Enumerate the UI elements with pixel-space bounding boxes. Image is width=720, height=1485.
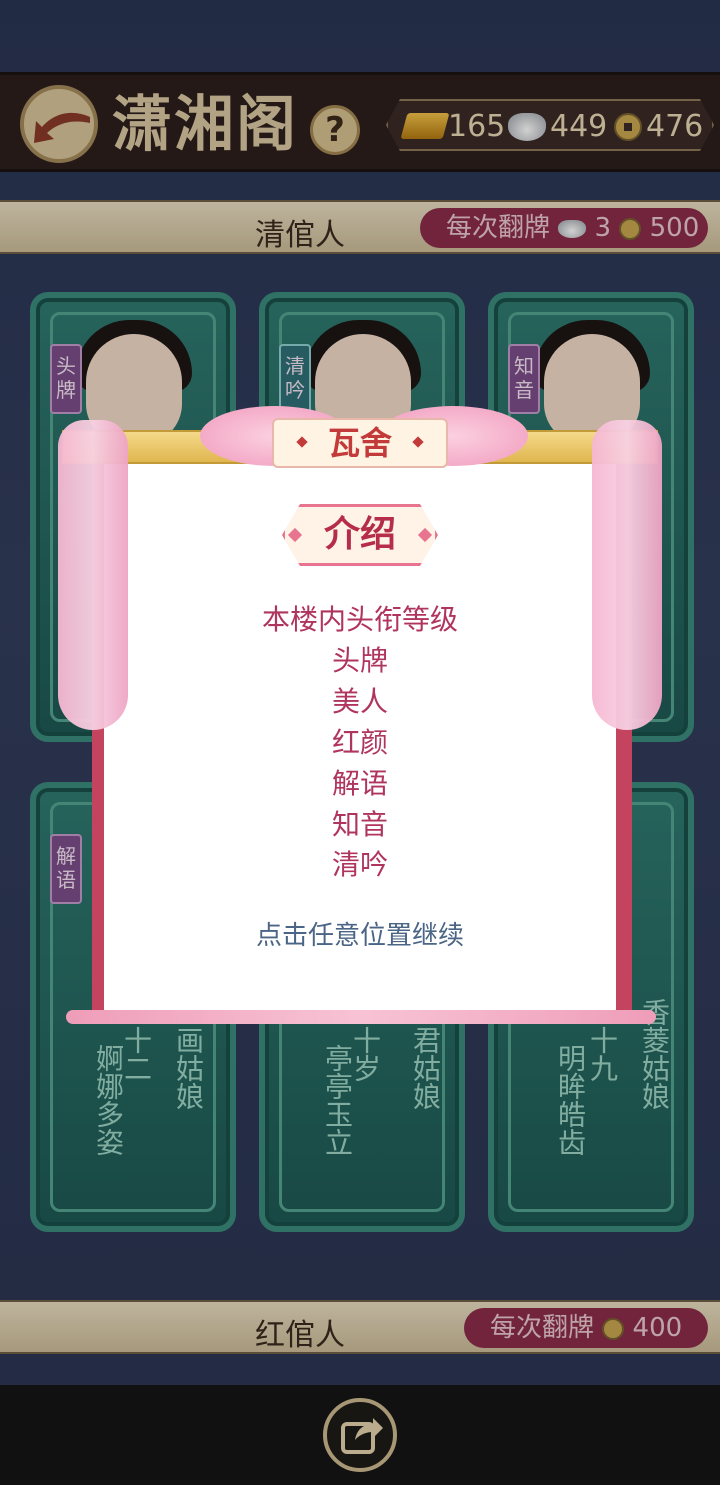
continue-hint: 点击任意位置继续 — [255, 921, 464, 951]
rank-line: 头牌 — [331, 644, 388, 677]
rank-line: 红颜 — [331, 726, 388, 759]
rank-line: 本楼内头衔等级 — [261, 603, 458, 636]
rank-line: 清吟 — [331, 848, 388, 881]
dialog-title: 瓦舍 — [327, 424, 392, 462]
rank-line: 知音 — [331, 808, 388, 841]
rank-line: 解语 — [331, 767, 388, 800]
intro-title: 介绍 — [323, 514, 396, 555]
dialog-bottom-trim — [66, 1010, 656, 1024]
rank-line: 美人 — [331, 685, 388, 718]
